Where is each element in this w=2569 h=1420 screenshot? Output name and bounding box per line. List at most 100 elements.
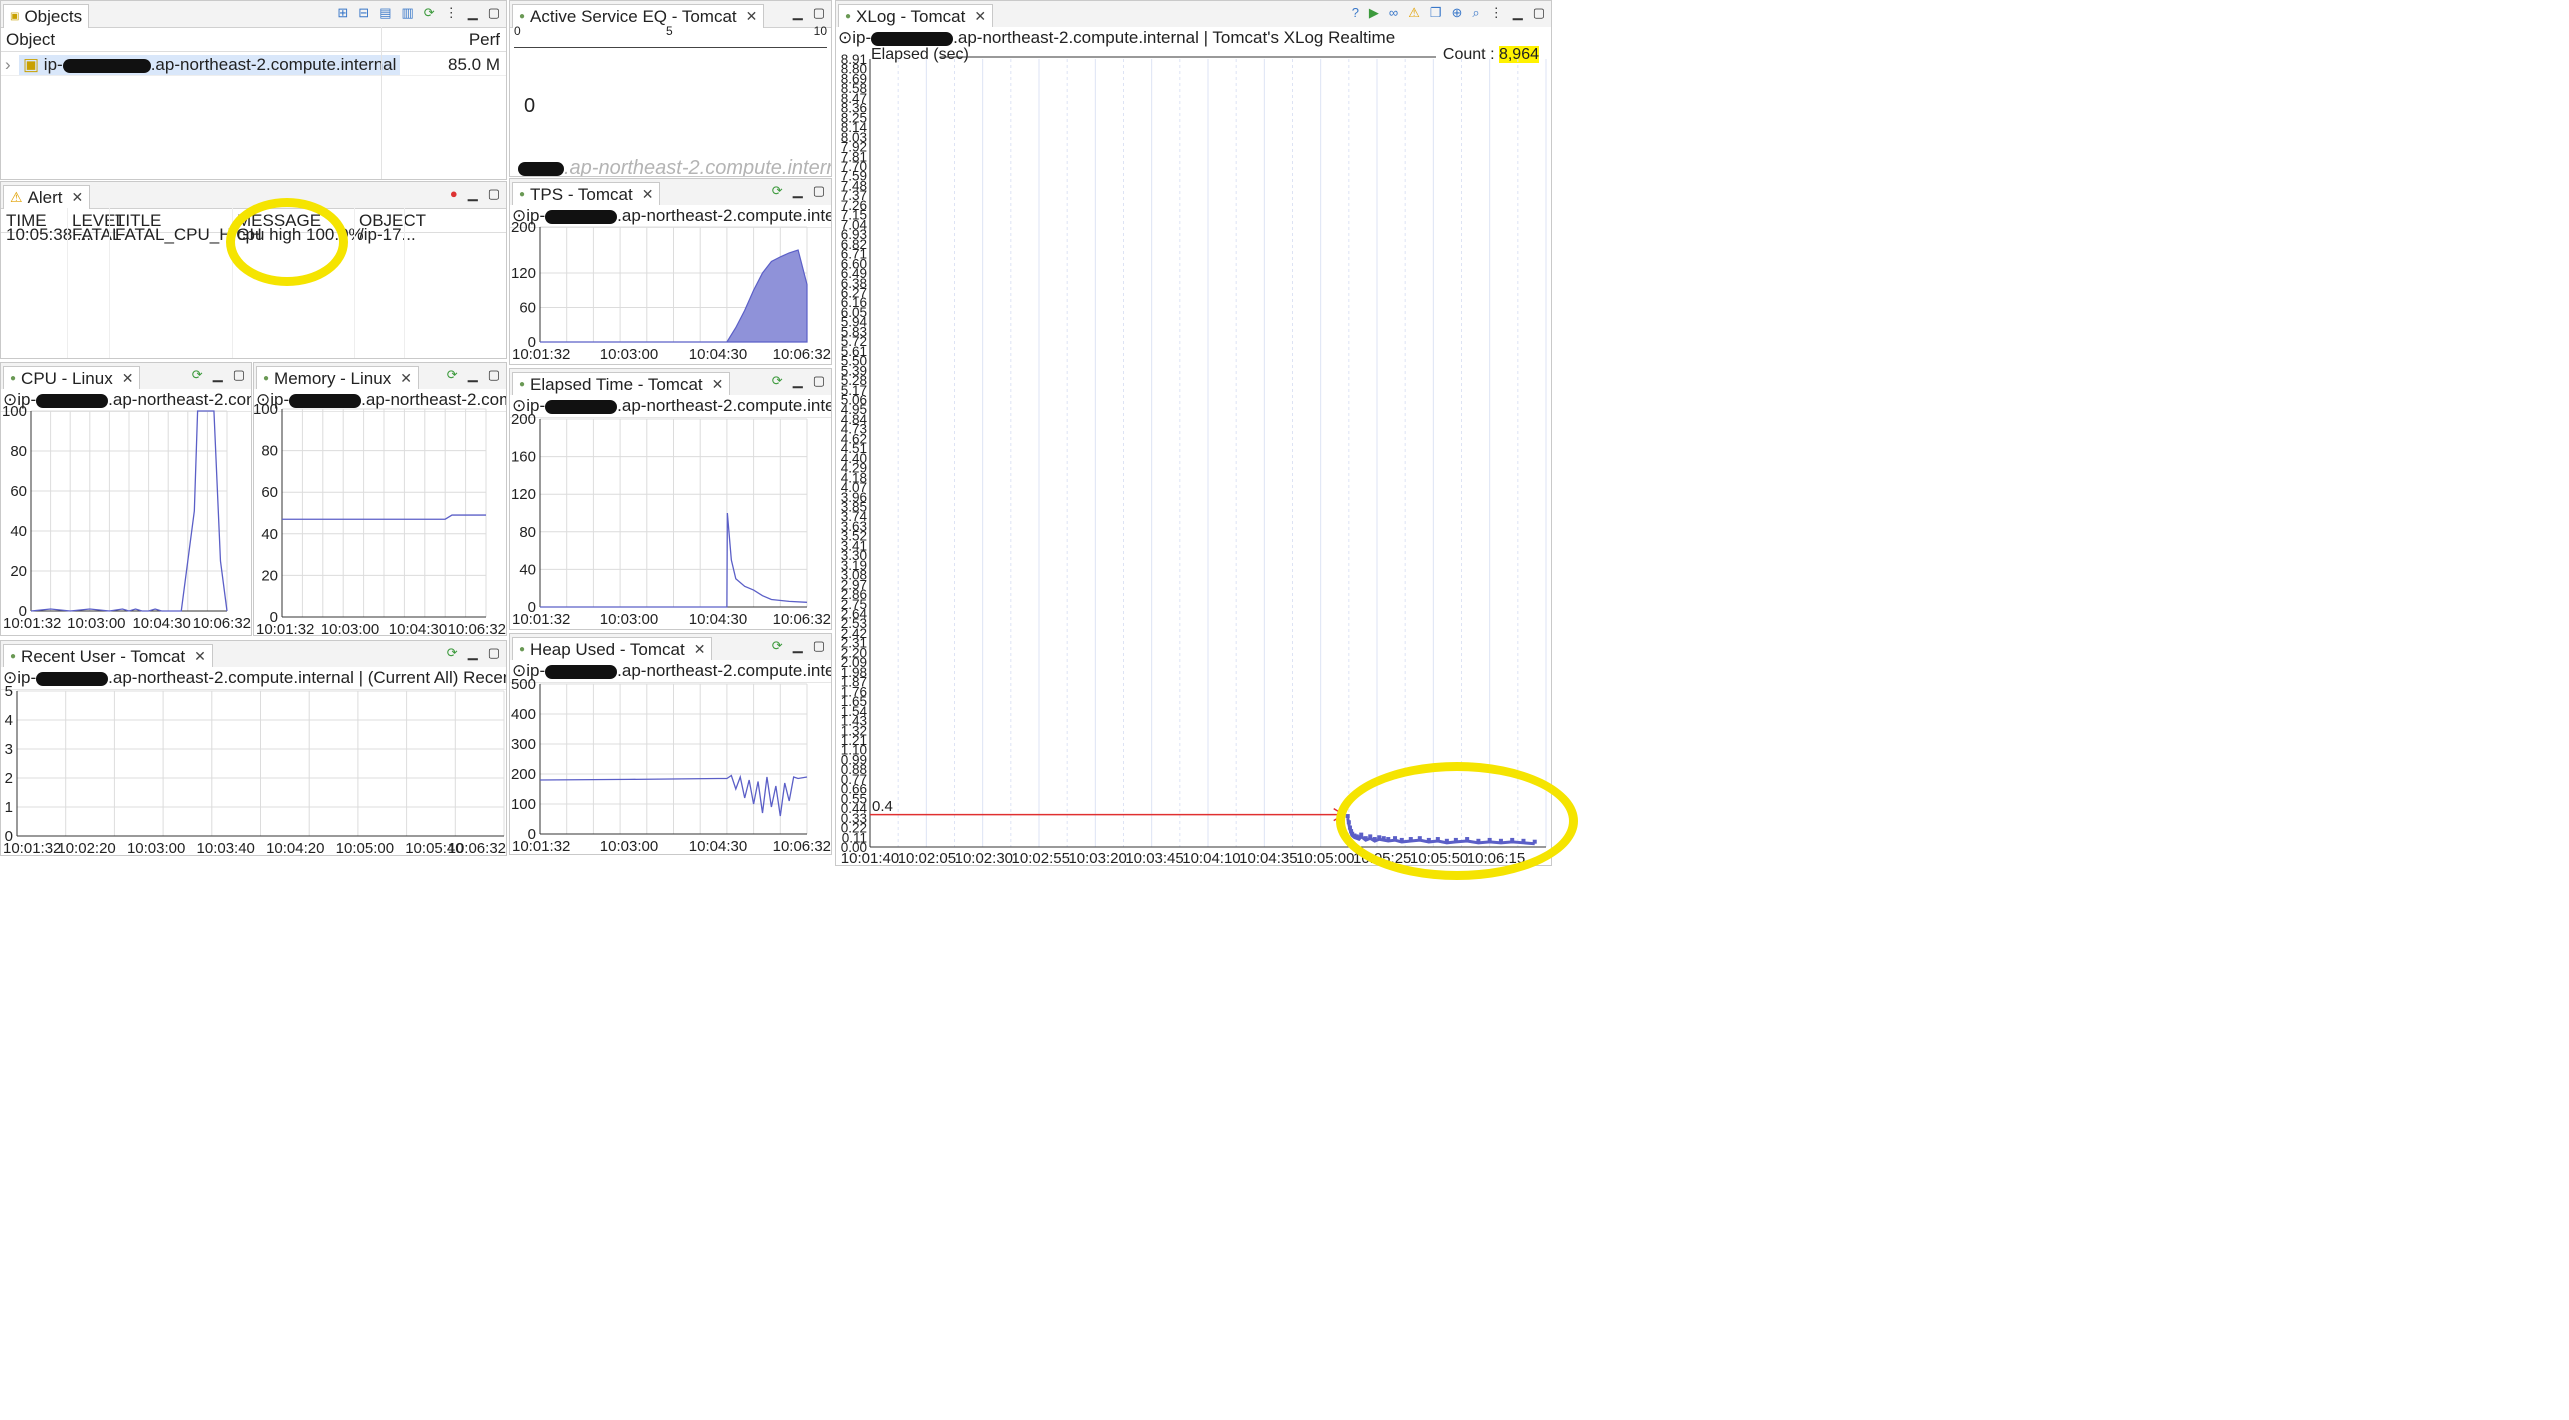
tab-alert[interactable]: ⚠ Alert ✕ xyxy=(3,185,91,209)
x-tick-label: 10:02:20 xyxy=(57,840,115,856)
x-tick-label: 10:04:30 xyxy=(389,621,447,636)
maximize-icon[interactable]: ▢ xyxy=(488,5,500,21)
view-menu-icon[interactable]: ⋮ xyxy=(445,5,458,21)
warning-icon: ⚠ xyxy=(10,189,23,205)
y-tick-label: 160 xyxy=(511,449,536,466)
redacted-block xyxy=(62,58,151,73)
alert-col-div-5 xyxy=(404,208,405,358)
x-tick-label: 10:04:30 xyxy=(132,615,190,632)
objects-table-header: Object Perf xyxy=(1,27,506,52)
minimize-icon[interactable]: ▁ xyxy=(468,5,478,21)
xlog-x-tick-label: 10:02:05 xyxy=(898,850,956,866)
eq-scale-5: 5 xyxy=(666,24,673,38)
xlog-point-band xyxy=(1346,817,1535,846)
maximize-icon[interactable]: ▢ xyxy=(813,5,825,21)
filter-icon[interactable]: ▥ xyxy=(402,5,414,21)
close-icon[interactable]: ✕ xyxy=(72,189,84,206)
alert-toolbar: ● ▁ ▢ xyxy=(450,186,500,202)
x-tick-label: 10:03:00 xyxy=(67,615,125,632)
close-icon[interactable]: ✕ xyxy=(746,8,758,25)
y-tick-label: 40 xyxy=(261,526,278,543)
alert-tabbar: ⚠ Alert ✕ ● ▁ ▢ xyxy=(1,182,506,209)
tab-active-service-label: Active Service EQ - Tomcat xyxy=(530,6,737,26)
active-service-panel: ● Active Service EQ - Tomcat ✕ ▁ ▢ 0 5 1… xyxy=(509,0,832,177)
x-tick-label: 10:03:00 xyxy=(127,840,185,856)
cpu-chart: 02040608010010:01:32 10:03:00 10:04:30 10:0… xyxy=(2,403,251,632)
xlog-x-tick-label: 10:02:55 xyxy=(1012,850,1070,866)
eq-label: .ap-northeast-2.compute.internal/WAS-01 xyxy=(518,157,831,177)
y-tick-label: 200 xyxy=(511,766,536,783)
y-tick-label: 60 xyxy=(10,483,27,500)
tab-objects[interactable]: ▣ Objects xyxy=(3,4,90,28)
x-tick-label: 10:01:32 xyxy=(512,346,570,363)
memory-chart: 02040608010010:01:32 10:03:00 10:04:30 10:0… xyxy=(254,401,506,636)
xlog-x-tick-label: 10:06:15 xyxy=(1467,850,1525,866)
x-tick-label: 10:06:32 xyxy=(193,615,251,632)
redacted-block xyxy=(518,161,564,176)
y-tick-label: 80 xyxy=(261,443,278,460)
xlog-point xyxy=(1345,814,1350,819)
y-tick-label: 100 xyxy=(2,403,27,420)
y-tick-label: 500 xyxy=(511,676,536,693)
object-row[interactable]: › ▣ ip- .ap-northeast-2.compute.internal … xyxy=(1,52,506,76)
recent-user-chart: 01234510:01:3210:02:20 10:03:00 10:03:40 10… xyxy=(3,683,506,856)
xlog-x-tick-label: 10:04:35 xyxy=(1239,850,1297,866)
x-tick-label: 10:04:30 xyxy=(689,346,747,363)
y-tick-label: 40 xyxy=(10,523,27,540)
xlog-x-tick-label: 10:04:10 xyxy=(1182,850,1240,866)
x-tick-label: 10:03:00 xyxy=(600,838,658,855)
refresh-icon[interactable]: ⟳ xyxy=(424,5,435,21)
object-suffix: .ap-northeast-2.compute.internal xyxy=(150,55,397,74)
xlog-x-tick-label: 10:05:00 xyxy=(1296,850,1354,866)
heap-chart: 010020030040050010:01:32 10:03:00 10:04:30… xyxy=(511,676,831,855)
y-tick-label: 2 xyxy=(5,770,13,787)
x-tick-label: 10:03:00 xyxy=(600,611,658,628)
col-object[interactable]: Object xyxy=(6,30,55,50)
object-cell[interactable]: ▣ ip- .ap-northeast-2.compute.internal xyxy=(19,55,401,75)
chart-icon: ● xyxy=(519,11,526,22)
xlog-chart[interactable]: 0.000.110.220.330.440.550.660.770.880.99… xyxy=(836,1,1552,866)
objects-toolbar: ⊞ ⊟ ▤ ▥ ⟳ ⋮ ▁ ▢ xyxy=(337,5,500,21)
server-icon[interactable]: ▤ xyxy=(379,5,391,21)
y-tick-label: 3 xyxy=(5,741,13,758)
y-tick-label: 120 xyxy=(511,265,536,282)
objects-icon: ▣ xyxy=(10,11,20,22)
memory-panel: ● Memory - Linux ✕ ⟳ ▁ ▢ ⊙ip- .ap-northea… xyxy=(253,362,507,636)
tab-alert-label: Alert xyxy=(27,187,63,207)
tps-chart: 06012020010:01:32 10:03:00 10:04:30 10:06:3… xyxy=(511,219,831,363)
alert-row[interactable]: 10:05:38.... FATAL FATAL_CPU_HIGH cpu hi… xyxy=(1,222,506,245)
y-tick-label: 200 xyxy=(511,411,536,428)
col-perf[interactable]: Perf xyxy=(469,30,500,50)
elapsed-chart: 0408012016020010:01:32 10:03:00 10:04:30 10… xyxy=(511,411,831,628)
xlog-x-tick-label: 10:01:40 xyxy=(841,850,899,866)
x-tick-label: 10:01:32 xyxy=(3,840,61,856)
expand-all-icon[interactable]: ⊞ xyxy=(337,5,348,21)
minimize-icon[interactable]: ▁ xyxy=(468,186,478,202)
y-tick-label: 60 xyxy=(519,300,536,317)
heap-panel: ● Heap Used - Tomcat ✕ ⟳ ▁ ▢ ⊙ip- .ap-nor… xyxy=(509,633,832,855)
xlog-x-tick-label: 10:03:45 xyxy=(1125,850,1183,866)
objects-panel: ▣ Objects ⊞ ⊟ ▤ ▥ ⟳ ⋮ ▁ ▢ Object Perf › … xyxy=(0,0,507,180)
x-tick-label: 10:03:00 xyxy=(600,346,658,363)
object-prefix: ip- xyxy=(43,55,63,74)
minimize-icon[interactable]: ▁ xyxy=(793,5,803,21)
x-tick-label: 10:03:00 xyxy=(321,621,379,636)
eq-label-suffix: .ap-northeast-2.compute.internal/WAS-01 xyxy=(564,157,831,177)
tree-toggle-icon[interactable]: › xyxy=(5,55,11,75)
x-tick-label: 10:01:32 xyxy=(512,838,570,855)
xlog-x-tick-label: 10:05:25 xyxy=(1353,850,1411,866)
xlog-y-tick-label: 8.91 xyxy=(841,52,867,67)
x-tick-label: 10:01:32 xyxy=(256,621,314,636)
collapse-all-icon[interactable]: ⊟ xyxy=(358,5,369,21)
maximize-icon[interactable]: ▢ xyxy=(488,186,500,202)
alert-col-div-3 xyxy=(232,208,233,358)
eq-scale-10: 10 xyxy=(813,24,827,38)
recent-user-panel: ● Recent User - Tomcat ✕ ⟳ ▁ ▢ ⊙ip- .ap-n… xyxy=(0,640,507,856)
eq-scale-0: 0 xyxy=(514,24,521,38)
elapsed-panel: ● Elapsed Time - Tomcat ✕ ⟳ ▁ ▢ ⊙ip- .ap-… xyxy=(509,368,832,630)
clear-alerts-icon[interactable]: ● xyxy=(450,186,458,202)
x-tick-label: 10:03:40 xyxy=(197,840,255,856)
tab-active-service[interactable]: ● Active Service EQ - Tomcat ✕ xyxy=(512,4,765,28)
y-tick-label: 100 xyxy=(511,796,536,813)
y-tick-label: 200 xyxy=(511,219,536,236)
